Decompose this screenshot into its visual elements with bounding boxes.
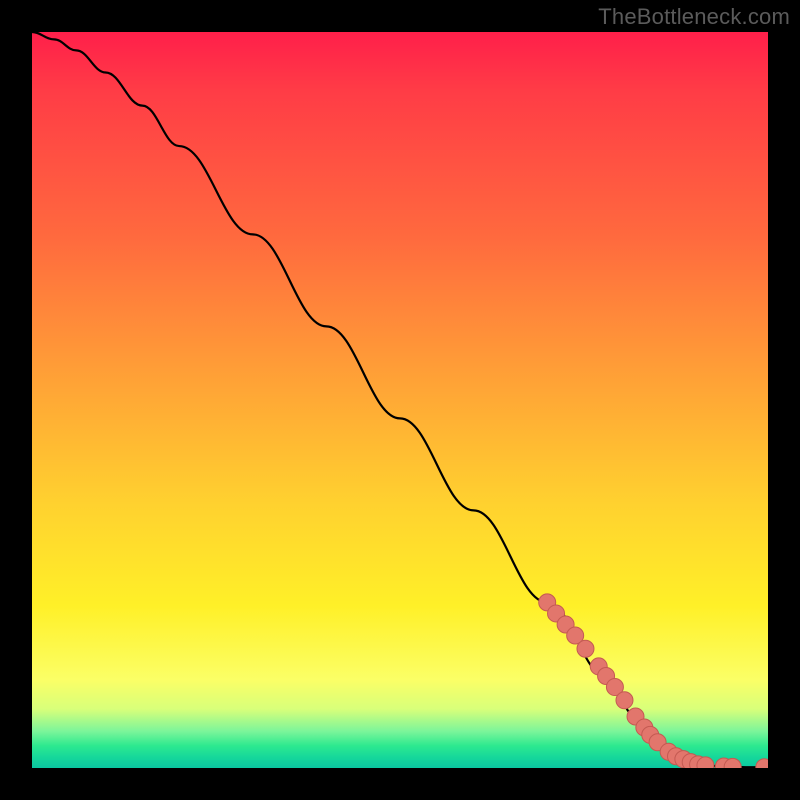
plot-area	[32, 32, 768, 768]
data-markers	[539, 594, 768, 768]
data-marker	[756, 759, 768, 768]
data-marker	[577, 640, 594, 657]
curve-layer	[32, 32, 768, 768]
bottleneck-curve	[32, 32, 768, 767]
data-marker	[616, 692, 633, 709]
attribution-text: TheBottleneck.com	[598, 4, 790, 30]
chart-stage: TheBottleneck.com	[0, 0, 800, 800]
